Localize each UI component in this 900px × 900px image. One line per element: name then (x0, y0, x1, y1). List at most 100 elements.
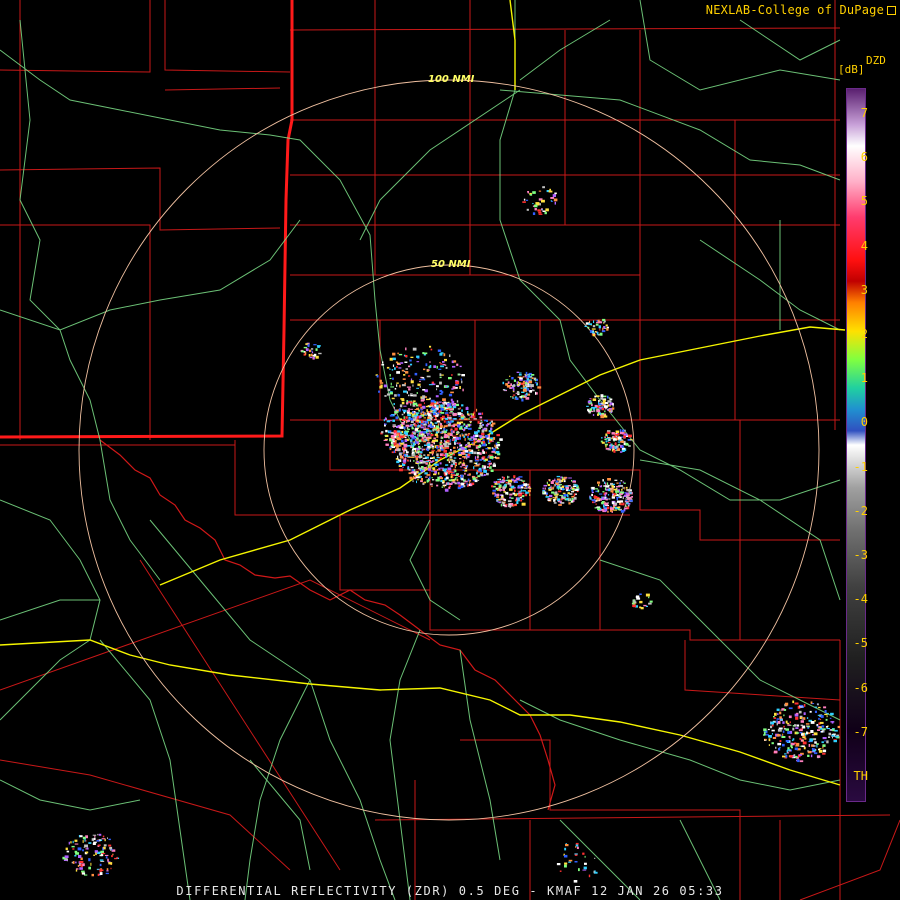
echo-pixel (453, 457, 457, 459)
echo-pixel (453, 446, 456, 449)
echo-pixel (412, 394, 417, 397)
echo-pixel (785, 728, 789, 731)
echo-pixel (601, 441, 605, 444)
echo-pixel (436, 484, 439, 487)
echo-pixel (396, 382, 399, 384)
echo-pixel (610, 509, 613, 512)
echo-pixel (411, 432, 413, 435)
echo-pixel (468, 449, 472, 452)
echo-pixel (492, 489, 496, 492)
echo-pixel (771, 729, 775, 732)
echo-pixel (542, 487, 544, 490)
echo-pixel (547, 483, 550, 486)
external-link-icon[interactable] (887, 6, 896, 15)
echo-pixel (413, 460, 415, 462)
echo-pixel (460, 474, 464, 478)
echo-pixel (441, 482, 445, 484)
echo-pixel (552, 194, 556, 197)
echo-pixel (459, 461, 462, 464)
echo-pixel (550, 197, 555, 199)
echo-pixel (448, 377, 452, 380)
echo-pixel (476, 440, 481, 443)
echo-pixel (428, 476, 431, 480)
echo-pixel (437, 401, 439, 405)
echo-pixel (313, 356, 315, 360)
echo-pixel (593, 410, 596, 412)
echo-pixel (437, 445, 439, 448)
echo-pixel (511, 385, 516, 387)
echo-pixel (99, 859, 104, 861)
echo-pixel (488, 462, 492, 465)
echo-pixel (396, 460, 400, 464)
echo-pixel (495, 456, 497, 459)
echo-pixel (433, 463, 438, 466)
echo-pixel (467, 427, 472, 430)
echo-pixel (513, 475, 516, 478)
echo-pixel (783, 714, 785, 717)
echo-pixel (408, 375, 411, 377)
echo-pixel (422, 411, 424, 414)
echo-pixel (462, 460, 465, 462)
echo-pixel (105, 856, 108, 859)
echo-pixel (448, 485, 451, 487)
echo-pixel (376, 375, 379, 378)
echo-pixel (400, 398, 405, 400)
credit-text: NEXLAB-College of DuPage (705, 3, 884, 17)
echo-pixel (443, 420, 446, 423)
echo-pixel (410, 356, 414, 358)
echo-pixel (605, 444, 607, 448)
echo-pixel (464, 445, 467, 447)
echo-pixel (776, 734, 781, 737)
nexlab-credit[interactable]: NEXLAB-College of DuPage (706, 3, 896, 17)
echo-pixel (819, 728, 823, 730)
echo-pixel (546, 481, 548, 485)
echo-pixel (629, 439, 633, 441)
echo-pixel (429, 365, 432, 368)
echo-pixel (405, 432, 408, 436)
echo-pixel (387, 388, 391, 391)
legend-tick: 3 (860, 282, 868, 297)
echo-pixel (447, 471, 450, 475)
echo-pixel (612, 495, 616, 497)
echo-pixel (427, 438, 430, 442)
echo-pixel (414, 424, 417, 426)
echo-pixel (485, 451, 487, 454)
echo-pixel (625, 505, 627, 507)
echo-pixel (446, 404, 450, 407)
echo-pixel (560, 502, 565, 504)
echo-pixel (85, 851, 89, 854)
echo-pixel (485, 424, 489, 427)
echo-pixel (593, 501, 596, 503)
echo-pixel (454, 442, 456, 445)
echo-pixel (428, 465, 432, 468)
echo-pixel (629, 492, 632, 494)
echo-pixel (110, 867, 112, 870)
echo-pixel (436, 469, 439, 471)
echo-pixel (463, 423, 466, 426)
echo-pixel (823, 706, 827, 709)
echo-pixel (587, 326, 590, 329)
echo-pixel (798, 710, 802, 714)
echo-pixel (492, 464, 496, 467)
echo-pixel (402, 466, 404, 468)
echo-pixel (462, 456, 467, 458)
echo-pixel (821, 725, 825, 728)
echo-pixel (477, 438, 480, 440)
echo-pixel (406, 402, 409, 405)
echo-pixel (432, 457, 435, 459)
echo-pixel (609, 446, 613, 449)
echo-pixel (778, 747, 781, 751)
echo-pixel (773, 750, 778, 754)
echo-pixel (636, 597, 641, 600)
echo-pixel (425, 476, 428, 478)
echo-pixel (612, 435, 614, 439)
echo-pixel (621, 429, 625, 432)
echo-pixel (448, 436, 450, 439)
echo-pixel (619, 429, 622, 433)
echo-pixel (414, 449, 416, 453)
echo-pixel (445, 366, 448, 369)
echo-pixel (550, 481, 554, 484)
range-label-50: 50 NMI (431, 259, 471, 270)
echo-pixel (424, 439, 428, 441)
echo-pixel (532, 389, 535, 392)
